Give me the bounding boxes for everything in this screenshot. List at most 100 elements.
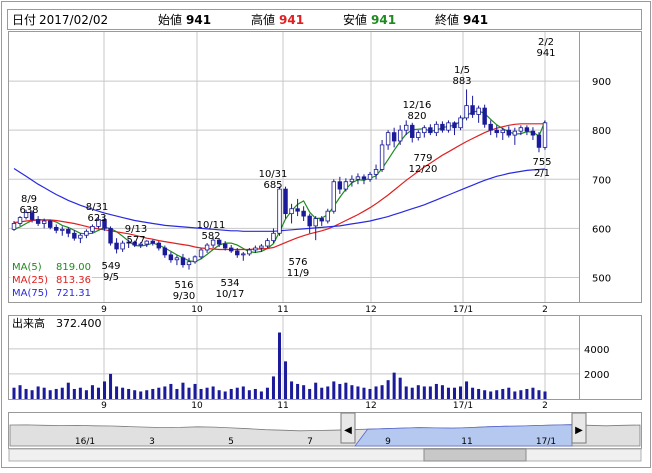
volume-bar bbox=[18, 385, 22, 399]
candle-body bbox=[331, 181, 337, 212]
candle-body bbox=[512, 130, 518, 136]
annotation-value: 941 bbox=[536, 48, 555, 59]
volume-bar bbox=[24, 388, 28, 399]
candle bbox=[277, 186, 282, 236]
candle-body bbox=[500, 129, 505, 134]
volume-bar bbox=[338, 383, 342, 399]
price-ytick-label: 500 bbox=[592, 273, 611, 284]
price-ytick-label: 700 bbox=[592, 175, 611, 186]
volume-bar bbox=[205, 387, 209, 399]
candle-body bbox=[434, 123, 439, 134]
left-arrow-icon[interactable]: ◀ bbox=[344, 425, 352, 436]
volume-bar bbox=[519, 390, 523, 399]
candle-body bbox=[422, 127, 427, 134]
legend-series-name: MA(75) bbox=[12, 288, 48, 299]
navigator-xtick-label: 9 bbox=[385, 437, 391, 447]
annotation-date: 9/30 bbox=[173, 291, 195, 302]
candle-body bbox=[265, 240, 270, 247]
volume-bar bbox=[507, 387, 511, 399]
candle-body bbox=[452, 122, 457, 129]
price-panel: 500600700800900 8/9638 8/316239/135775499… bbox=[8, 31, 642, 315]
annotation-date: 2/2 bbox=[538, 37, 554, 48]
volume-bar bbox=[386, 380, 390, 399]
volume-ytick-label: 2000 bbox=[584, 370, 609, 381]
volume-bar bbox=[109, 373, 113, 399]
candle-body bbox=[446, 122, 451, 131]
volume-bar bbox=[30, 390, 34, 399]
volume-bar bbox=[247, 390, 251, 399]
volume-bar bbox=[284, 361, 288, 399]
volume-bar bbox=[241, 386, 245, 399]
annotation: 8/9638 bbox=[19, 194, 38, 216]
volume-bar bbox=[175, 388, 179, 399]
right-arrow-icon[interactable]: ▶ bbox=[575, 425, 583, 436]
volume-bar bbox=[199, 388, 203, 399]
candle bbox=[331, 179, 337, 214]
annotation-date: 8/9 bbox=[21, 194, 37, 205]
close-label: 終値 bbox=[435, 12, 459, 27]
candle-body bbox=[458, 117, 463, 129]
volume-bar bbox=[139, 391, 143, 399]
candle-body bbox=[524, 127, 530, 132]
candle-body bbox=[283, 188, 288, 215]
candle bbox=[379, 140, 385, 172]
candle-body bbox=[313, 218, 318, 227]
period-navigator[interactable]: 16/1 3 5 7 9 11 17/1 ◀ ▶ bbox=[8, 412, 642, 462]
low-label: 安値 bbox=[343, 12, 367, 27]
candle-body bbox=[397, 129, 403, 142]
candle-body bbox=[253, 247, 258, 251]
candle-body bbox=[192, 256, 198, 263]
low-value: 941 bbox=[371, 13, 396, 27]
candle-body bbox=[35, 219, 41, 224]
candle-body bbox=[186, 261, 192, 266]
volume-xtick-label: 2 bbox=[542, 401, 548, 411]
annotation: 7552/1 bbox=[532, 157, 551, 179]
annotation-value: 549 bbox=[101, 261, 120, 272]
candle-body bbox=[428, 127, 433, 134]
price-xtick-label: 10 bbox=[191, 305, 203, 315]
volume-bar bbox=[465, 381, 469, 399]
candle-body bbox=[464, 105, 469, 119]
candle-body bbox=[494, 129, 499, 134]
volume-bar bbox=[66, 382, 70, 399]
volume-bar bbox=[84, 390, 88, 399]
annotation: 5169/30 bbox=[173, 280, 195, 302]
stock-chart-widget: 日付 2017/02/02 始値 941 高値 941 安値 941 終値 94… bbox=[0, 0, 652, 469]
navigator-scrollbar-track[interactable] bbox=[8, 448, 642, 462]
candle-body bbox=[229, 247, 234, 252]
volume-bar bbox=[326, 386, 330, 399]
volume-bar bbox=[145, 390, 149, 399]
candle-body bbox=[289, 208, 294, 215]
annotation-date: 10/11 bbox=[197, 220, 226, 231]
volume-bar bbox=[302, 385, 306, 399]
legend-series-value: 819.00 bbox=[56, 262, 91, 273]
candle-body bbox=[416, 132, 421, 138]
candle-body bbox=[482, 107, 487, 125]
volume-ytick-label: 4000 bbox=[584, 345, 609, 356]
volume-bar bbox=[181, 382, 185, 399]
volume-bar bbox=[223, 391, 227, 399]
candle-body bbox=[17, 217, 23, 224]
candle-body bbox=[301, 210, 306, 217]
volume-bar bbox=[362, 387, 366, 399]
navigator-scrollbar-thumb[interactable] bbox=[423, 448, 527, 462]
volume-bar bbox=[410, 387, 414, 399]
volume-bar bbox=[368, 388, 372, 399]
volume-panel: 2000 4000 出来高 372.400 9 10 11 12 17/1 2 bbox=[8, 315, 642, 411]
volume-bar bbox=[446, 387, 450, 399]
annotation-value: 755 bbox=[532, 157, 551, 168]
volume-bar bbox=[72, 388, 76, 399]
candle-body bbox=[162, 247, 168, 256]
volume-bar bbox=[380, 385, 384, 399]
candle bbox=[198, 248, 204, 259]
volume-bar bbox=[308, 388, 312, 399]
volume-bar bbox=[217, 390, 221, 399]
open-label: 始値 bbox=[158, 12, 182, 27]
volume-bar bbox=[133, 390, 137, 399]
candle-body bbox=[343, 181, 349, 190]
candle-body bbox=[198, 249, 204, 258]
volume-bar bbox=[271, 376, 275, 399]
volume-bar bbox=[48, 390, 52, 399]
price-xtick-label: 9 bbox=[101, 305, 107, 315]
candle-body bbox=[367, 173, 373, 180]
